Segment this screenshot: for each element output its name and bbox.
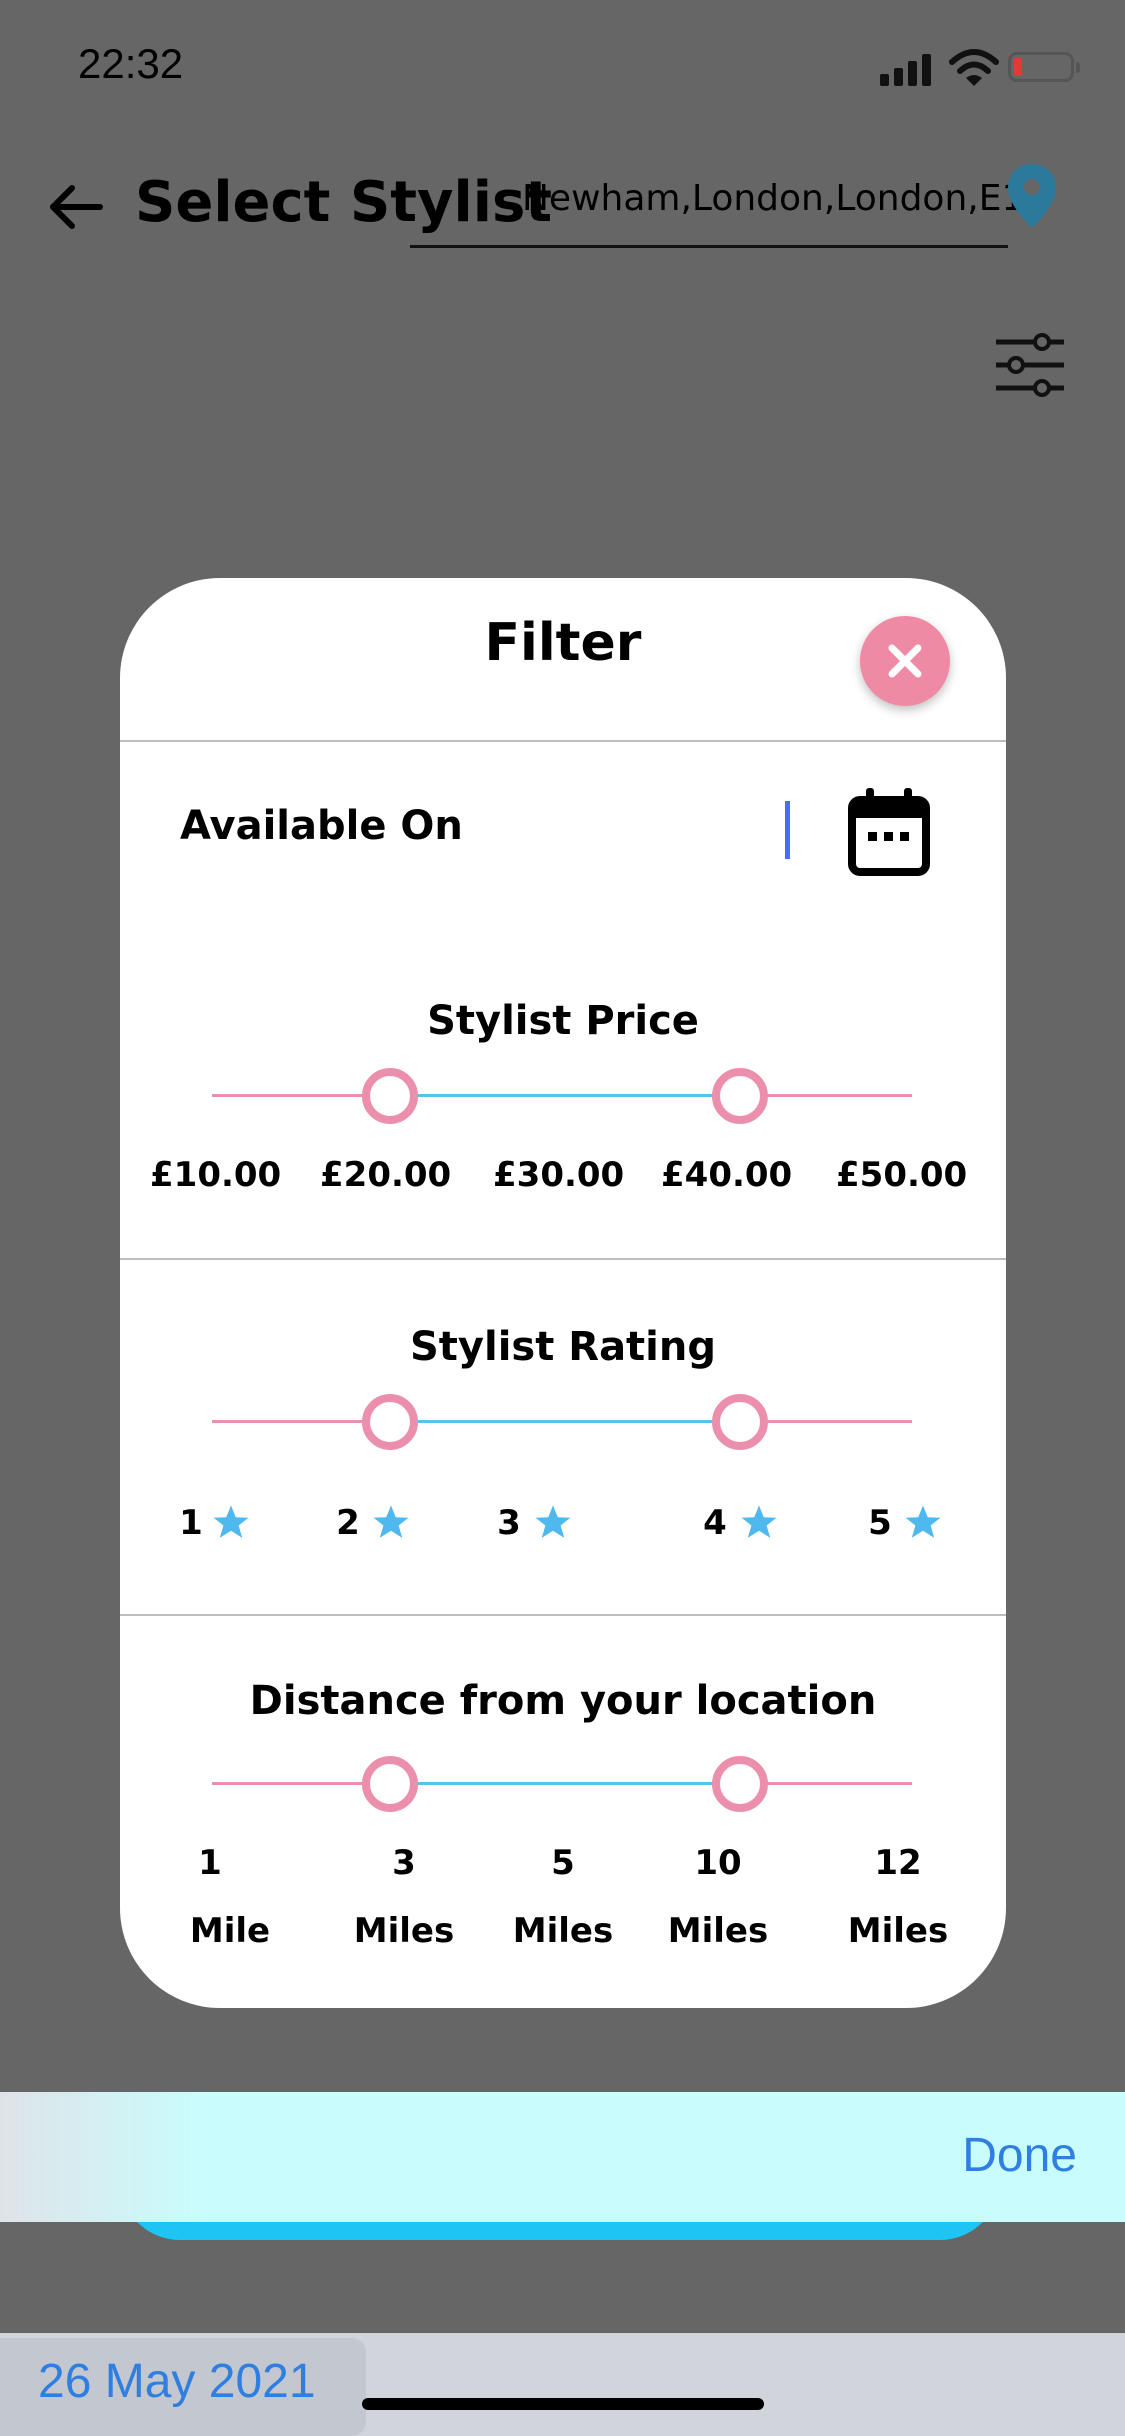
price-min-handle[interactable] bbox=[362, 1068, 418, 1124]
distance-tick-unit: Miles bbox=[667, 1911, 769, 1951]
star-icon bbox=[213, 1505, 249, 1538]
distance-tick-unit: Miles bbox=[353, 1911, 455, 1951]
distance-tick-unit: Miles bbox=[512, 1911, 614, 1951]
price-tick: £10.00 bbox=[150, 1155, 282, 1195]
distance-section-title: Distance from your location bbox=[249, 1678, 877, 1724]
text-caret bbox=[785, 801, 790, 859]
star-icon bbox=[535, 1505, 571, 1538]
rating-tick: 1 bbox=[179, 1503, 203, 1543]
selected-date-text: 26 May 2021 bbox=[38, 2355, 316, 2408]
star-icon bbox=[373, 1505, 409, 1538]
price-max-handle[interactable] bbox=[712, 1068, 768, 1124]
divider bbox=[120, 740, 1006, 742]
location-pin-icon[interactable] bbox=[1006, 162, 1058, 230]
price-tick: £20.00 bbox=[320, 1155, 452, 1195]
distance-min-handle[interactable] bbox=[362, 1756, 418, 1812]
rating-tick: 5 bbox=[868, 1503, 892, 1543]
rating-min-handle[interactable] bbox=[362, 1394, 418, 1450]
distance-tick-value: 12 bbox=[874, 1843, 922, 1883]
rating-tick: 3 bbox=[497, 1503, 521, 1543]
rating-tick: 4 bbox=[703, 1503, 727, 1543]
calendar-icon[interactable] bbox=[848, 786, 930, 876]
distance-tick-value: 1 bbox=[198, 1843, 222, 1883]
location-text: Newham,London,London,E13 bbox=[522, 178, 1048, 219]
distance-tick-value: 10 bbox=[694, 1843, 742, 1883]
distance-tick-value: 3 bbox=[392, 1843, 416, 1883]
star-icon bbox=[905, 1505, 941, 1538]
rating-slider-range bbox=[388, 1420, 738, 1423]
distance-tick-unit: Miles bbox=[847, 1911, 949, 1951]
distance-slider-range bbox=[388, 1782, 738, 1785]
battery-icon bbox=[1008, 52, 1080, 82]
star-icon bbox=[741, 1505, 777, 1538]
filter-modal: Filter Available On Stylist Price £10.00… bbox=[120, 578, 1006, 2008]
price-tick: £30.00 bbox=[493, 1155, 625, 1195]
distance-max-handle[interactable] bbox=[712, 1756, 768, 1812]
location-input[interactable]: Newham,London,London,E13 bbox=[410, 172, 1047, 248]
close-button[interactable] bbox=[860, 616, 950, 706]
home-indicator bbox=[362, 2398, 764, 2410]
done-button[interactable]: Done bbox=[962, 2128, 1077, 2183]
back-arrow-icon[interactable] bbox=[44, 175, 108, 239]
status-time: 22:32 bbox=[78, 40, 184, 87]
price-section-title: Stylist Price bbox=[427, 998, 699, 1044]
rating-section-title: Stylist Rating bbox=[409, 1324, 716, 1370]
filter-sliders-icon[interactable] bbox=[990, 330, 1070, 400]
date-picker-toolbar: Done bbox=[0, 2092, 1125, 2222]
wifi-icon bbox=[949, 49, 999, 86]
available-on-label: Available On bbox=[180, 803, 463, 849]
signal-icon bbox=[880, 52, 931, 86]
price-tick: £50.00 bbox=[836, 1155, 968, 1195]
distance-tick-value: 5 bbox=[551, 1843, 575, 1883]
price-slider-range bbox=[388, 1094, 738, 1097]
distance-tick-unit: Mile bbox=[189, 1911, 271, 1951]
divider bbox=[120, 1614, 1006, 1616]
available-date-input[interactable] bbox=[785, 798, 825, 858]
selected-date-chip[interactable]: 26 May 2021 bbox=[0, 2338, 366, 2436]
rating-tick: 2 bbox=[336, 1503, 360, 1543]
rating-max-handle[interactable] bbox=[712, 1394, 768, 1450]
price-tick: £40.00 bbox=[661, 1155, 793, 1195]
close-icon bbox=[888, 644, 922, 678]
divider bbox=[120, 1258, 1006, 1260]
